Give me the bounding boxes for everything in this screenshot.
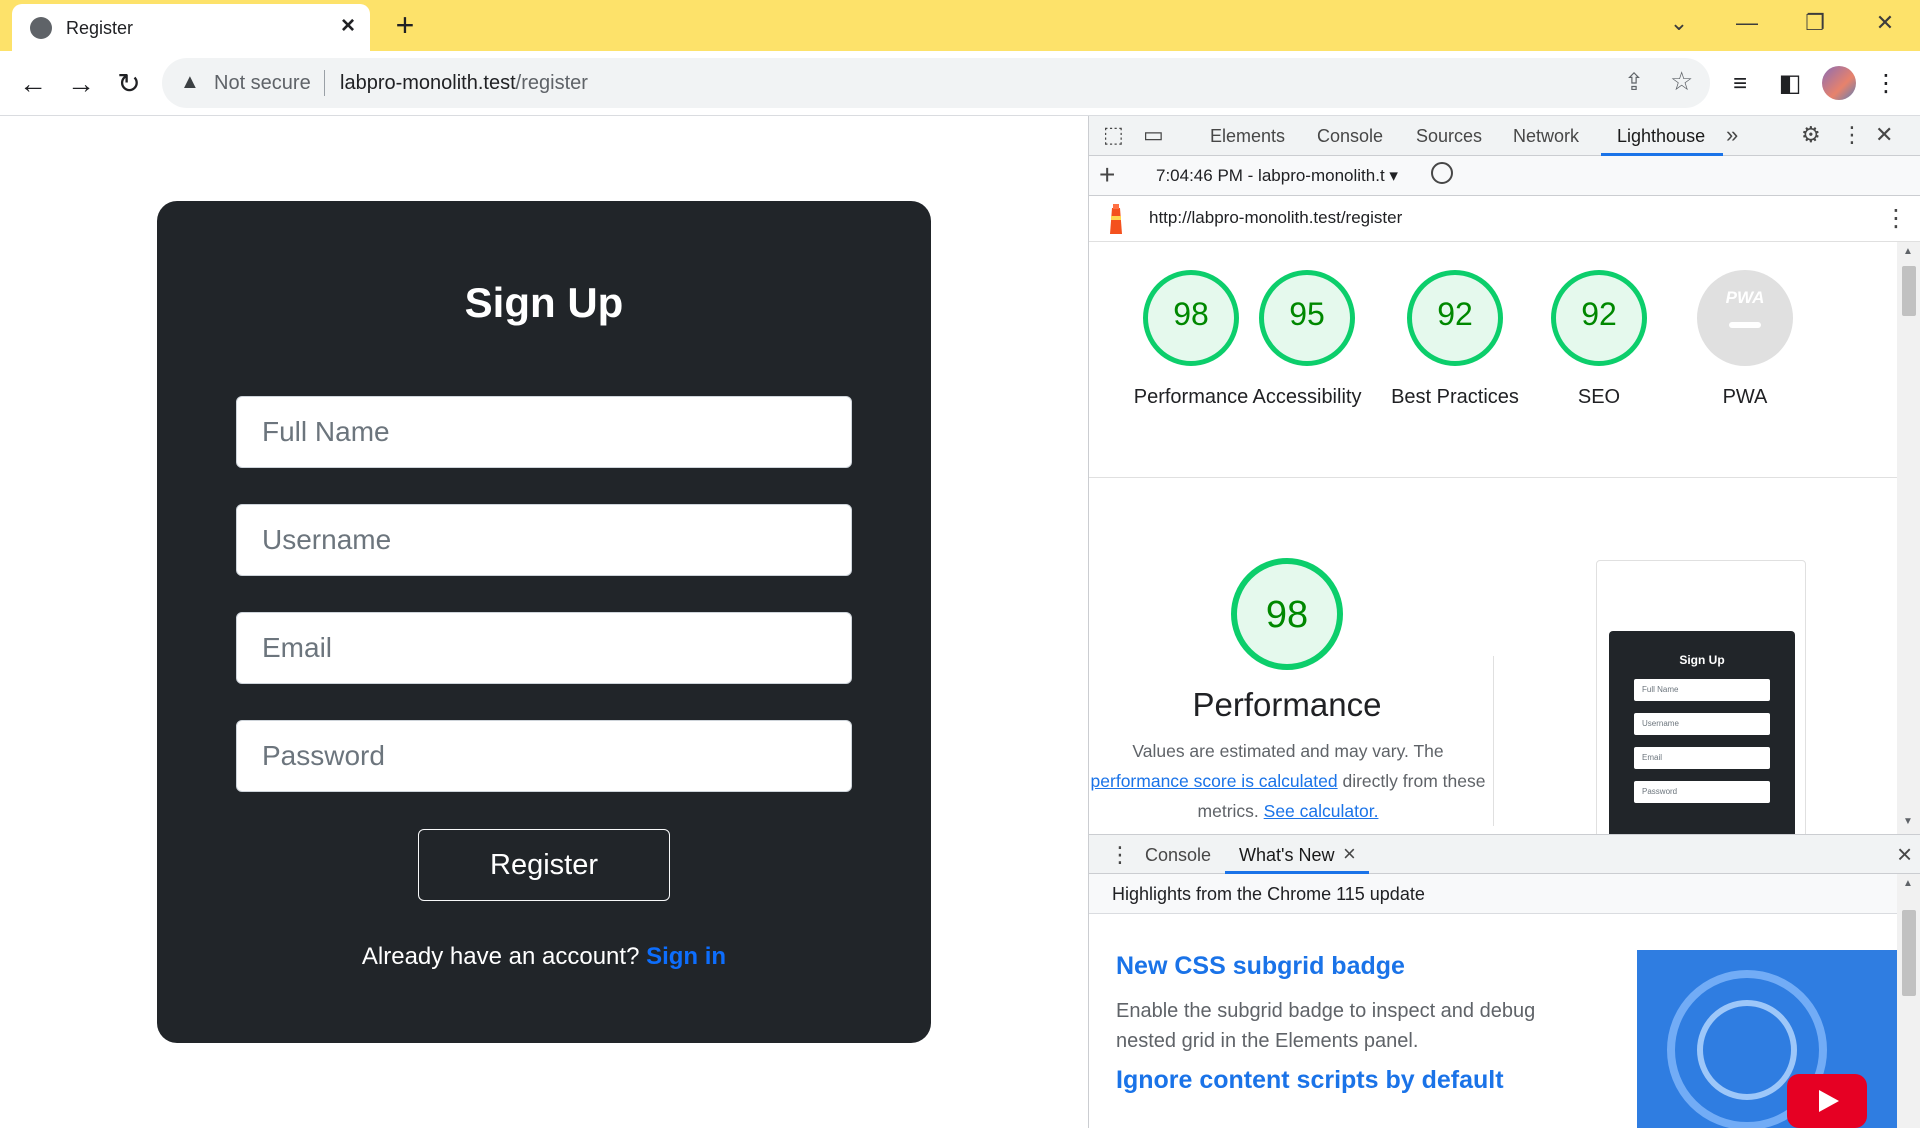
page-content: Sign Up Full Name Username Email Passwor… [0,116,1088,1128]
form-title: Sign Up [464,279,624,326]
username-input[interactable]: Username [236,504,852,576]
whats-new-heading[interactable]: Ignore content scripts by default [1116,1066,1504,1095]
globe-icon [30,17,52,39]
pwa-gauge[interactable]: PWA [1697,270,1793,366]
address-bar[interactable]: ▲ Not secure labpro-monolith.test/regist… [162,58,1710,108]
report-selector[interactable]: 7:04:46 PM - labpro-monolith.t ▾ [1156,166,1398,186]
lighthouse-score-summary: 98 Performance 95 Accessibility 92 Best … [1089,242,1897,478]
performance-gauge[interactable]: 98 [1143,270,1239,366]
whats-new-header: Highlights from the Chrome 115 update [1089,874,1897,914]
see-calculator-link[interactable]: See calculator. [1264,801,1379,821]
signup-card: Sign Up Full Name Username Email Passwor… [157,201,931,1043]
side-panel-icon[interactable]: ◧ [1772,66,1808,102]
performance-title: Performance [1192,686,1382,723]
performance-description: Values are estimated and may vary. The p… [1090,741,1486,821]
device-toolbar-icon[interactable]: ▭ [1143,122,1164,148]
forward-button[interactable]: → [64,67,98,101]
full-name-input[interactable]: Full Name [236,396,852,468]
close-window-button[interactable]: ✕ [1862,8,1908,38]
report-url-bar: http://labpro-monolith.test/register ⋮ [1089,196,1920,242]
report-url: http://labpro-monolith.test/register [1149,208,1403,227]
drawer-tab-console[interactable]: Console [1145,845,1211,866]
whats-new-text: Enable the subgrid badge to inspect and … [1116,1000,1536,1052]
tab-elements[interactable]: Elements [1210,126,1285,147]
seo-gauge[interactable]: 92 [1551,270,1647,366]
minimize-button[interactable]: — [1724,8,1770,38]
browser-title-bar: Register × + ⌄ — ❐ ✕ [0,0,1920,51]
whats-new-heading[interactable]: New CSS subgrid badge [1116,952,1405,981]
tab-sources[interactable]: Sources [1416,126,1482,147]
divider [1493,656,1494,826]
whats-new-content: New CSS subgrid badge Enable the subgrid… [1089,914,1897,1128]
tab-console[interactable]: Console [1317,126,1383,147]
password-input[interactable]: Password [236,720,852,792]
close-tab-icon[interactable]: × [335,13,361,39]
lighthouse-toolbar: + 7:04:46 PM - labpro-monolith.t ▾ [1089,156,1920,196]
devtools-tab-bar: ⬚ ▭ Elements Console Sources Network Lig… [1089,116,1920,156]
gauge-label: Accessibility [1252,386,1362,408]
video-thumbnail[interactable] [1637,950,1897,1128]
close-whats-new-icon[interactable]: × [1343,841,1356,867]
new-tab-button[interactable]: + [388,8,422,42]
gauge-label: Best Practices [1391,386,1519,408]
email-input[interactable]: Email [236,612,852,684]
pwa-badge: PWA [1725,288,1765,307]
bookmark-star-icon[interactable]: ☆ [1670,66,1693,97]
performance-section: 98 Performance Values are estimated and … [1089,478,1897,834]
score-calculated-link[interactable]: performance score is calculated [1091,771,1338,791]
lighthouse-icon [1110,204,1122,234]
settings-gear-icon[interactable]: ⚙ [1801,122,1821,148]
gauge-label: PWA [1722,386,1768,408]
reload-button[interactable]: ↻ [112,67,146,101]
new-report-icon[interactable]: + [1099,159,1115,191]
register-button[interactable]: Register [418,829,670,901]
close-devtools-icon[interactable]: ✕ [1875,122,1893,148]
warning-icon: ▲ [180,71,200,93]
devtools-panel: ⬚ ▭ Elements Console Sources Network Lig… [1088,116,1920,1128]
report-menu-icon[interactable]: ⋮ [1884,204,1908,233]
best-practices-gauge[interactable]: 92 [1407,270,1503,366]
tab-title: Register [66,18,134,38]
tab-search-icon[interactable]: ⌄ [1656,8,1702,38]
close-drawer-icon[interactable]: × [1897,839,1912,870]
lighthouse-scrollbar[interactable]: ▲ ▼ [1897,242,1920,834]
signin-prompt: Already have an account? Sign in [361,943,727,970]
devtools-menu-icon[interactable]: ⋮ [1841,122,1863,148]
back-button[interactable]: ← [16,67,50,101]
more-tabs-icon[interactable]: » [1726,122,1738,148]
drawer-tab-whats-new[interactable]: What's New [1239,845,1334,866]
page-screenshot-thumbnail: Sign Up Full Name Username Email Passwor… [1596,560,1806,834]
performance-big-gauge: 98 [1231,558,1343,670]
tab-network[interactable]: Network [1513,126,1579,147]
browser-menu-icon[interactable]: ⋮ [1868,66,1904,102]
profile-avatar[interactable] [1822,66,1856,100]
share-icon[interactable]: ⇪ [1624,68,1644,97]
inspect-element-icon[interactable]: ⬚ [1103,122,1124,148]
whats-new-scrollbar[interactable]: ▲ [1897,874,1920,1128]
browser-tab[interactable]: Register × [12,4,370,51]
accessibility-gauge[interactable]: 95 [1259,270,1355,366]
drawer-tab-bar: ⋮ Console What's New × × [1089,834,1920,874]
clear-reports-icon[interactable] [1431,162,1453,184]
gauge-label: SEO [1577,386,1621,408]
media-control-icon[interactable]: ≡ [1722,66,1758,102]
url-text[interactable]: labpro-monolith.test/register [340,72,588,95]
drawer-menu-icon[interactable]: ⋮ [1109,842,1131,868]
security-label[interactable]: Not secure [214,72,311,95]
restore-button[interactable]: ❐ [1792,8,1838,38]
tab-lighthouse[interactable]: Lighthouse [1617,126,1705,147]
omnibox-separator [324,70,325,96]
signin-link[interactable]: Sign in [646,943,726,970]
